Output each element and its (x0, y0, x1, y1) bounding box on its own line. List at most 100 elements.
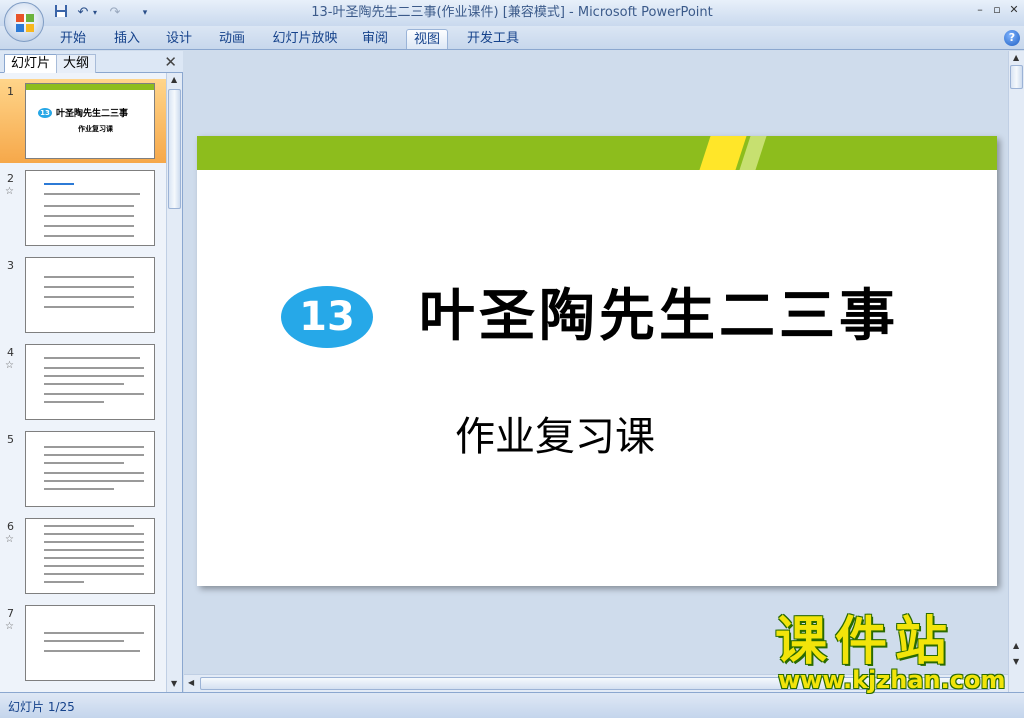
thumbnail-item[interactable]: 4 ☆ (0, 340, 166, 424)
thumbnail-number: 5 (7, 433, 14, 446)
slides-panel: 幻灯片 大纲 ✕ 1 13 叶圣陶先生二三事 作业复习课 2 ☆ 3 4 ☆ 5… (0, 51, 183, 692)
thumbnail-item[interactable]: 3 (0, 253, 166, 337)
help-icon[interactable]: ? (1004, 30, 1020, 46)
animation-star-icon: ☆ (5, 186, 14, 197)
thumb-text-line (44, 193, 140, 195)
thumbnail-number: 7 (7, 607, 14, 620)
next-slide-icon[interactable]: ▼ (1013, 657, 1019, 666)
window-title: 13-叶圣陶先生二三事(作业课件) [兼容模式] - Microsoft Pow… (311, 5, 713, 20)
thumb-text-line (44, 183, 74, 185)
thumb-text-line (44, 541, 144, 543)
thumb-text-line (44, 549, 144, 551)
redo-icon[interactable]: ↷ (106, 4, 124, 22)
thumbnail-item[interactable]: 5 (0, 427, 166, 511)
thumbnail-slide (25, 344, 155, 420)
editor-vertical-scrollbar[interactable]: ▲ ▲ ▼ (1008, 51, 1024, 692)
thumb-text-line (44, 454, 144, 456)
thumbnail-item[interactable]: 7 ☆ (0, 601, 166, 685)
slide-header-bar (197, 136, 997, 170)
thumb-text-line (44, 557, 144, 559)
thumb-text-line (44, 488, 114, 490)
thumb-text-line (44, 357, 140, 359)
restore-icon[interactable]: ▫ (989, 2, 1005, 18)
thumb-text-line (44, 383, 124, 385)
undo-dropdown-icon[interactable]: ▾ (90, 4, 100, 22)
scrollbar-thumb[interactable] (1010, 65, 1023, 89)
tab-review[interactable]: 审阅 (356, 29, 394, 49)
thumb-text-line (44, 632, 144, 634)
slide-editor: 13 叶圣陶先生二三事 作业复习课 (184, 51, 1008, 674)
thumb-green-bar (26, 84, 154, 90)
thumb-text-line (44, 446, 144, 448)
prev-slide-icon[interactable]: ▲ (1013, 641, 1019, 650)
tab-developer[interactable]: 开发工具 (462, 29, 524, 49)
thumb-text-line (44, 472, 144, 474)
thumbnail-scrollbar[interactable]: ▲ ▼ (166, 73, 182, 692)
tab-slides[interactable]: 幻灯片 (4, 54, 58, 73)
watermark-brand: 课件站 (775, 612, 956, 672)
thumb-text-line (44, 573, 144, 575)
thumb-badge: 13 (38, 108, 52, 118)
close-icon[interactable]: ✕ (1006, 2, 1022, 18)
tab-view[interactable]: 视图 (406, 29, 448, 49)
minimize-icon[interactable]: – (972, 2, 988, 18)
thumbnail-slide (25, 170, 155, 246)
thumb-text-line (44, 525, 134, 527)
watermark-url: www.kjzhan.com (778, 666, 1006, 694)
thumb-text-line (44, 367, 144, 369)
slide-subtitle[interactable]: 作业复习课 (197, 404, 913, 462)
thumb-text-line (44, 205, 134, 207)
tab-outline[interactable]: 大纲 (56, 54, 97, 73)
thumbnail-number: 3 (7, 259, 14, 272)
thumb-text-line (44, 581, 84, 583)
tab-slideshow[interactable]: 幻灯片放映 (268, 29, 342, 49)
thumbnail-slide (25, 518, 155, 594)
thumb-text-line (44, 286, 134, 288)
thumb-text-line (44, 401, 104, 403)
save-icon[interactable] (52, 4, 70, 22)
thumbnail-slide (25, 431, 155, 507)
current-slide[interactable]: 13 叶圣陶先生二三事 作业复习课 (197, 136, 997, 586)
thumb-text-line (44, 306, 134, 308)
office-button[interactable] (4, 2, 44, 42)
thumbnail-slide: 13 叶圣陶先生二三事 作业复习课 (25, 83, 155, 159)
tab-design[interactable]: 设计 (160, 29, 198, 49)
slide-counter: 幻灯片 1/25 (8, 700, 75, 714)
scroll-up-icon[interactable]: ▲ (1013, 53, 1019, 62)
tab-animations[interactable]: 动画 (213, 29, 251, 49)
thumbnail-item[interactable]: 6 ☆ (0, 514, 166, 598)
thumb-text-line (44, 276, 134, 278)
scroll-left-icon[interactable]: ◀ (188, 678, 194, 687)
thumb-text-line (44, 480, 144, 482)
thumbnail-item[interactable]: 1 13 叶圣陶先生二三事 作业复习课 (0, 79, 166, 163)
thumb-text-line (44, 235, 134, 237)
thumbnail-number: 6 (7, 520, 14, 533)
thumbnail-number: 2 (7, 172, 14, 185)
scroll-up-icon[interactable]: ▲ (171, 75, 177, 84)
ribbon-tabs: 开始 插入 设计 动画 幻灯片放映 审阅 视图 开发工具 (0, 26, 1024, 50)
thumbnail-slide (25, 257, 155, 333)
scroll-down-icon[interactable]: ▼ (171, 679, 177, 688)
thumb-text-line (44, 462, 124, 464)
thumb-text-line (44, 393, 144, 395)
lesson-number-badge[interactable]: 13 (281, 286, 373, 348)
slide-title[interactable]: 叶圣陶先生二三事 (419, 282, 979, 352)
animation-star-icon: ☆ (5, 621, 14, 632)
scrollbar-thumb[interactable] (168, 89, 181, 209)
panel-tabs: 幻灯片 大纲 ✕ (0, 51, 183, 73)
animation-star-icon: ☆ (5, 360, 14, 371)
thumb-text-line (44, 533, 144, 535)
panel-close-icon[interactable]: ✕ (164, 53, 177, 71)
thumb-text-line (44, 640, 124, 642)
animation-star-icon: ☆ (5, 534, 14, 545)
thumbnail-list: 1 13 叶圣陶先生二三事 作业复习课 2 ☆ 3 4 ☆ 5 6 ☆ 7 ☆ (0, 73, 166, 692)
thumbnail-number: 4 (7, 346, 14, 359)
thumb-subtitle: 作业复习课 (78, 125, 113, 133)
tab-insert[interactable]: 插入 (108, 29, 146, 49)
thumb-text-line (44, 565, 144, 567)
thumbnail-item[interactable]: 2 ☆ (0, 166, 166, 250)
tab-home[interactable]: 开始 (54, 29, 92, 49)
customize-toolbar-icon[interactable]: ▾ (140, 4, 150, 22)
status-bar: 幻灯片 1/25 (0, 692, 1024, 718)
thumb-text-line (44, 296, 134, 298)
